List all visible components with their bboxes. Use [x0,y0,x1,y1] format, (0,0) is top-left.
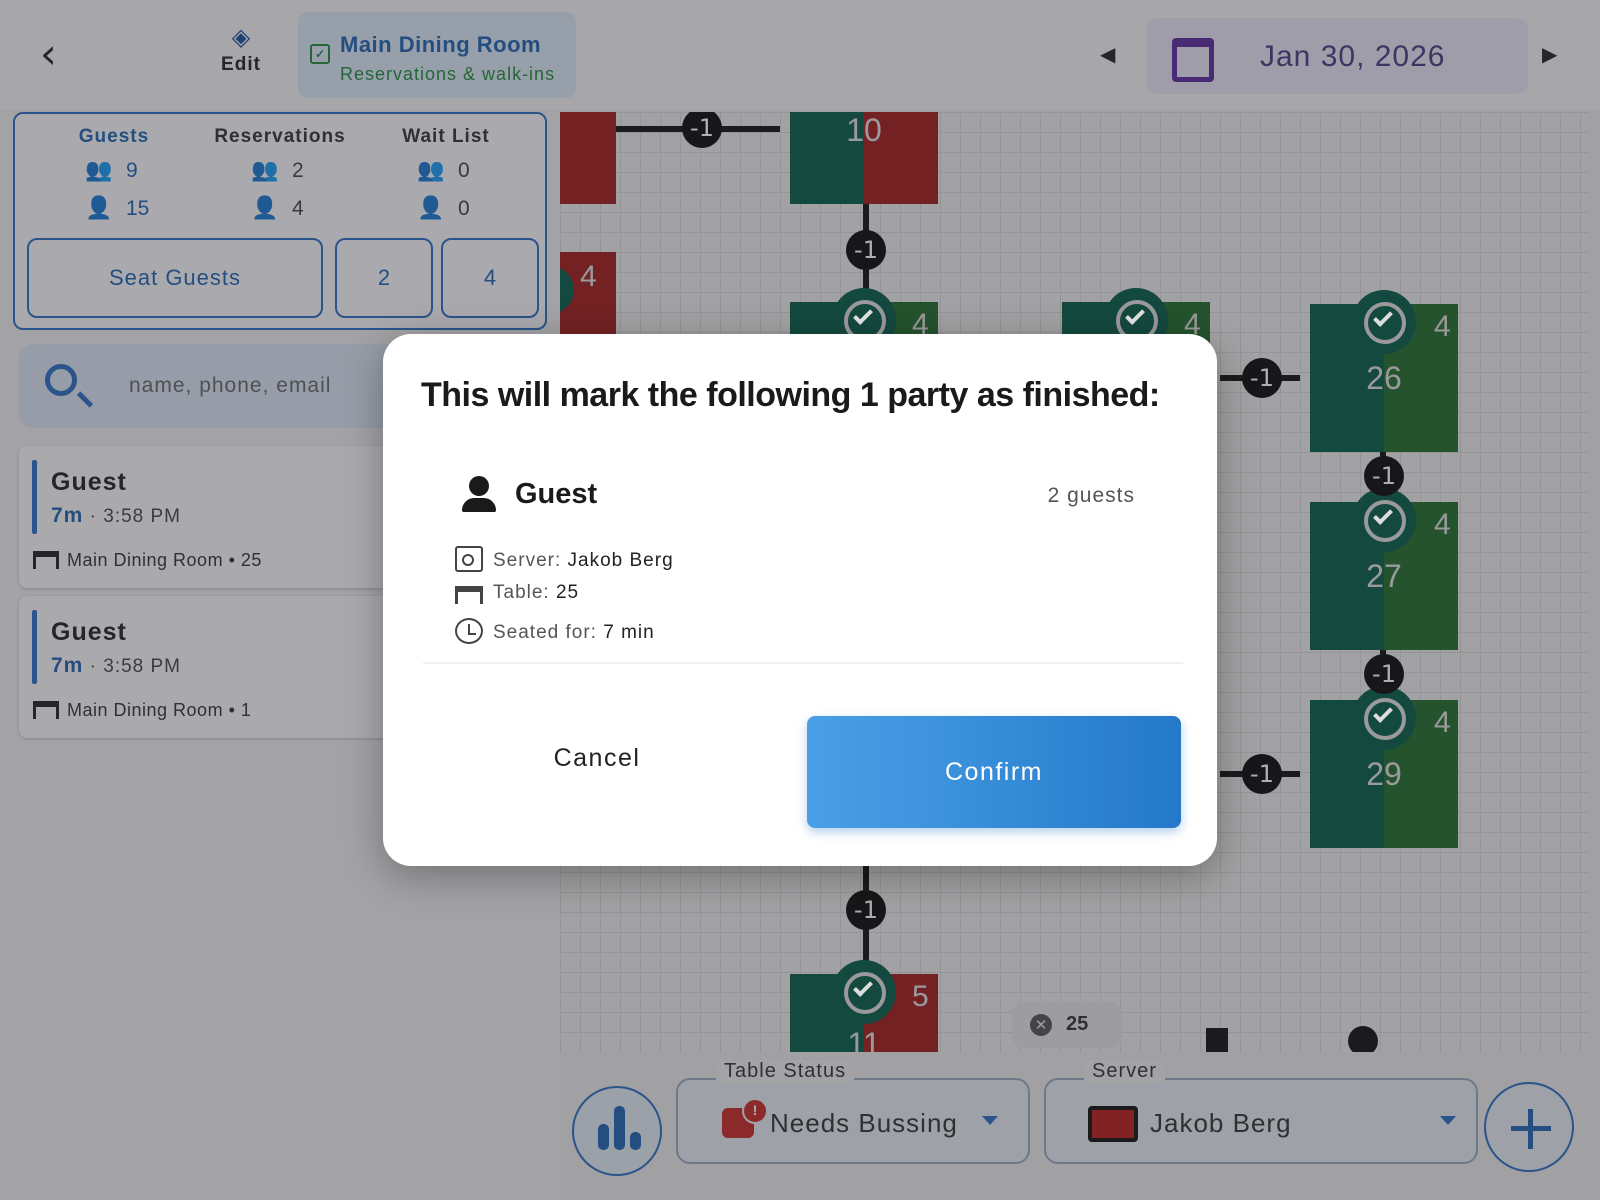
party-name: Guest [515,478,598,510]
person-icon [459,476,499,516]
confirm-button[interactable]: Confirm [807,716,1181,828]
seated-detail: Seated for: 7 min [455,618,655,648]
server-detail: Server: Jakob Berg [455,546,674,576]
party-guest-count: 2 guests [1047,484,1135,507]
badge-icon [455,546,483,572]
dialog-title: This will mark the following 1 party as … [421,376,1160,414]
table-icon [455,586,483,604]
cancel-button[interactable]: Cancel [469,720,725,796]
finish-party-dialog: This will mark the following 1 party as … [383,334,1217,866]
clock-icon [455,618,483,644]
table-detail: Table: 25 [455,582,579,612]
party-summary: Guest 2 guests Server: Jakob Berg Table:… [423,454,1183,664]
divider [423,662,1183,664]
